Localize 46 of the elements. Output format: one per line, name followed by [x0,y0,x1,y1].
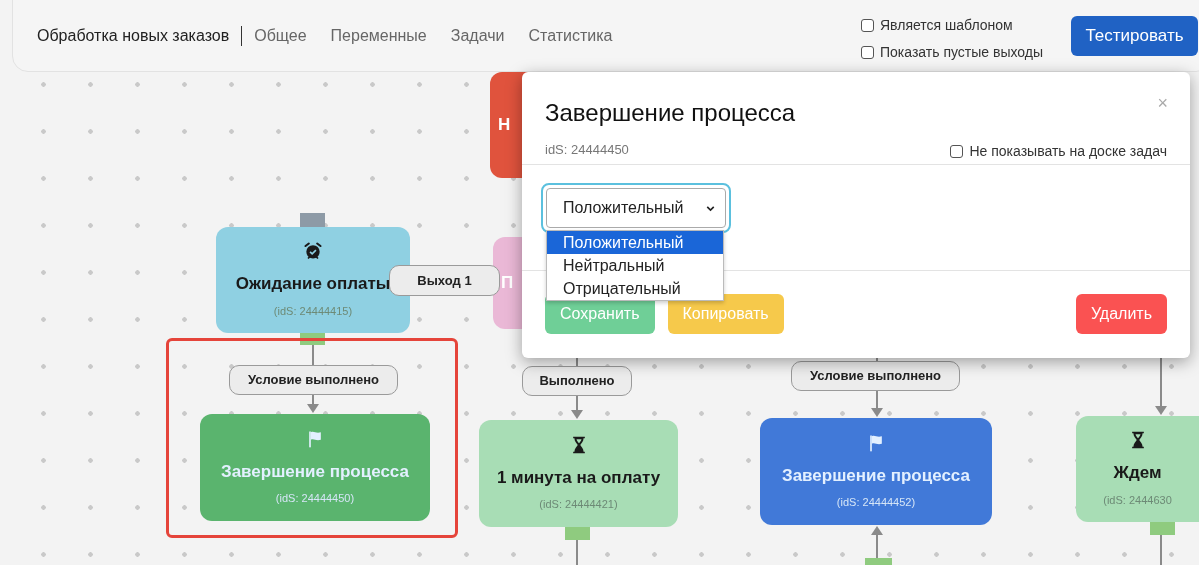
nav-tab[interactable]: Статистика [528,23,613,48]
checkbox[interactable] [950,145,964,158]
node-title: Завершение процесса [782,464,970,487]
edge-label: Условие выполнено [229,365,398,395]
connector-line [312,344,314,366]
modal-title: Завершение процесса [545,98,796,128]
connector-line [1160,534,1162,565]
nav-tab[interactable]: Задачи [450,23,505,48]
arrow [307,394,319,413]
arrow [571,395,583,419]
process-node[interactable]: Завершение процесса (idS: 24444452) [760,418,992,525]
arrow [871,526,883,559]
checkbox-option[interactable]: Является шаблоном [861,15,1044,36]
edge-label: Выполнено [522,366,632,396]
process-node[interactable]: Ждем (idS: 2444630 [1076,416,1199,522]
alarm-clock-icon [303,241,323,261]
nav-tab[interactable]: Переменные [330,23,427,48]
process-node[interactable]: Ожидание оплаты (idS: 24444415) [216,227,410,333]
node-title: П [501,272,514,295]
delete-button[interactable]: Удалить [1075,294,1167,334]
dropdown-option[interactable]: Положительный [547,231,723,254]
checkbox-option[interactable]: Не показывать на доске задач [950,141,1167,162]
test-button[interactable]: Тестировать [1071,16,1198,56]
checkbox-option[interactable]: Показать пустые выходы [861,42,1044,63]
arrow [871,390,883,417]
checkbox[interactable] [861,19,874,32]
node-id: (idS: 24444450) [275,491,355,506]
node-id: (idS: 24444421) [539,497,618,512]
node-id: (idS: 24444452) [836,495,916,510]
node-title: Ожидание оплаты [235,273,391,295]
process-title: Обработка новых заказов [37,25,230,46]
dropdown-option[interactable]: Нейтральный [547,254,723,277]
nav-tab[interactable]: Общее [254,23,307,48]
node-title: Завершение процесса [221,460,409,483]
node-id: (idS: 2444630 [1103,492,1172,508]
node-id: (idS: 24444415) [273,303,353,319]
result-select[interactable]: Положительный [546,188,726,228]
checkbox[interactable] [861,46,874,59]
process-node[interactable]: 1 минута на оплату (idS: 24444421) [479,420,678,527]
edge-label: Выход 1 [389,265,500,296]
node-title: Н [498,114,511,137]
element-id: idS: 24444450 [545,141,629,159]
edge-label: Условие выполнено [791,361,960,391]
node-title: 1 минута на оплату [496,466,661,489]
node-title: Ждем [1113,462,1162,484]
connector-line [576,539,578,565]
